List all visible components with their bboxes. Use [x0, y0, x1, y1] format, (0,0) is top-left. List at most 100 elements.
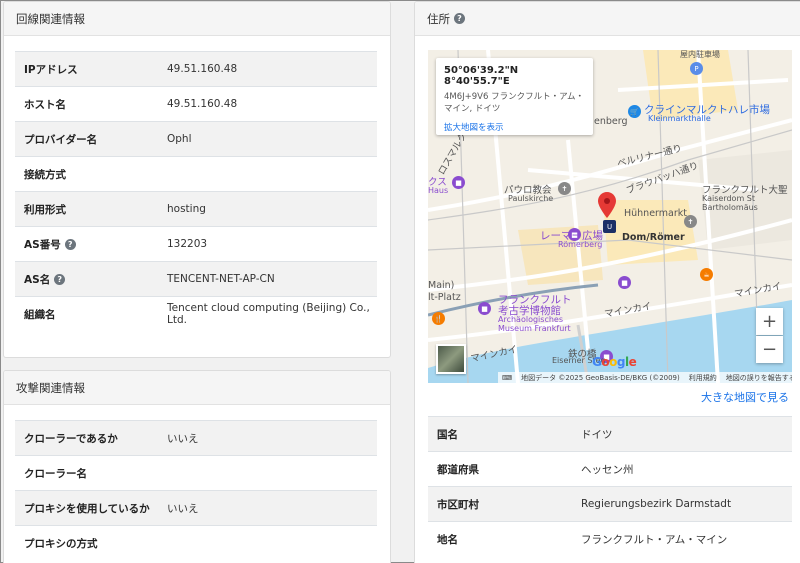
map-label-paulskirche-de: Paulskirche — [508, 194, 554, 203]
row-key: 接続方式 — [15, 156, 160, 192]
church-icon[interactable]: ✝ — [558, 182, 571, 195]
row-key: 組織名 — [15, 296, 160, 332]
row-value: 132203 — [160, 226, 377, 262]
row-key: 市区町村 — [428, 486, 574, 522]
map-label-roemer-de: Römerberg — [558, 240, 603, 249]
table-row: AS番号? 132203 — [15, 226, 377, 262]
map-plus-code: 4M6J+9V6 フランクフルト・アム・ マイン, ドイツ — [444, 91, 585, 115]
line-info-title: 回線関連情報 — [16, 11, 85, 26]
map-label-museum-de1: Archäologisches — [498, 315, 563, 324]
row-value: Tencent cloud computing (Beijing) Co., L… — [160, 296, 377, 332]
report-error-link[interactable]: 地図の誤りを報告する — [726, 373, 792, 383]
shopping-cart-icon[interactable]: 🛒 — [628, 105, 641, 118]
table-row: 利用形式 hosting — [15, 191, 377, 227]
table-row: プロキシの方式 — [15, 525, 377, 561]
map-label-museum-de2: Museum Frankfurt — [498, 324, 571, 333]
row-key: AS名? — [15, 261, 160, 297]
row-value: Ophl — [160, 121, 377, 157]
table-row: 都道府県 ヘッセン州 — [428, 451, 792, 487]
row-value: いいえ — [160, 420, 377, 456]
bigger-map-link[interactable]: 大きな地図で見る — [701, 389, 789, 405]
row-value: ヘッセン州 — [574, 451, 792, 487]
row-value — [160, 525, 377, 561]
museum-icon[interactable]: ■ — [478, 302, 491, 315]
row-value: いいえ — [160, 490, 377, 526]
table-row: プロバイダー名 Ophl — [15, 121, 377, 157]
parking-icon[interactable]: P — [690, 62, 703, 75]
map-attribution: ⌨ 地図データ ©2025 GeoBasis-DE/BKG (©2009) 利用… — [498, 372, 792, 383]
row-value: 49.51.160.48 — [160, 51, 377, 87]
zoom-in-button[interactable]: + — [756, 308, 783, 335]
row-key: クローラー名 — [15, 455, 160, 491]
table-row: 地名 フランクフルト・アム・マイン — [428, 521, 792, 557]
restaurant-icon[interactable]: 🍴 — [432, 312, 445, 325]
attack-info-table: クローラーであるか いいえ クローラー名 プロキシを使用しているか いいえ プロキシ… — [15, 420, 377, 561]
row-value — [160, 156, 377, 192]
landmark-icon[interactable]: ■ — [452, 176, 465, 189]
shopping-icon[interactable]: ■ — [618, 276, 631, 289]
row-key: クローラーであるか — [15, 420, 160, 456]
google-logo: Google — [592, 355, 637, 369]
address-table: 国名 ドイツ 都道府県 ヘッセン州 市区町村 Regierungsbezirk Dar… — [428, 416, 792, 557]
map-label-dom-roemer: Dom/Römer — [622, 232, 685, 243]
map-data-credit: 地図データ ©2025 GeoBasis-DE/BKG (©2009) — [521, 373, 680, 382]
table-row: IPアドレス 49.51.160.48 — [15, 51, 377, 87]
table-row: 接続方式 — [15, 156, 377, 192]
row-key-label: AS番号 — [24, 238, 61, 251]
row-value: hosting — [160, 191, 377, 227]
cafe-icon[interactable]: ☕ — [700, 268, 713, 281]
table-row: ホスト名 49.51.160.48 — [15, 86, 377, 122]
address-header: 住所 ? — [415, 2, 800, 36]
row-value: フランクフルト・アム・マイン — [574, 521, 792, 557]
map-label-dom-de1: Kaiserdom St — [702, 194, 755, 203]
table-row: 国名 ドイツ — [428, 416, 792, 452]
table-row: プロキシを使用しているか いいえ — [15, 490, 377, 526]
line-info-table: IPアドレス 49.51.160.48 ホスト名 49.51.160.48 プロバイ… — [15, 51, 377, 332]
enlarge-map-link[interactable]: 拡大地図を表示 — [444, 121, 585, 133]
map-label-top: 屋内駐車場 — [680, 50, 720, 59]
row-value: TENCENT-NET-AP-CN — [160, 261, 377, 297]
map-label-market-hall-de: Kleinmarkthalle — [648, 114, 711, 123]
row-key: 都道府県 — [428, 451, 574, 487]
row-key: 地名 — [428, 521, 574, 557]
table-row: クローラー名 — [15, 455, 377, 491]
row-key: IPアドレス — [15, 51, 160, 87]
map-info-window: 50°06'39.2"N 8°40'55.7"E 4M6J+9V6 フランクフル… — [436, 58, 593, 135]
row-key: 国名 — [428, 416, 574, 452]
zoom-out-button[interactable]: − — [756, 336, 783, 363]
line-info-header: 回線関連情報 — [4, 2, 390, 36]
row-key: ホスト名 — [15, 86, 160, 122]
keyboard-shortcuts-icon[interactable]: ⌨ — [502, 374, 512, 382]
map-label-main-platz2: lt-Platz — [428, 292, 461, 303]
map-label-huehnermarkt: Hühnermarkt — [624, 208, 687, 219]
help-icon[interactable]: ? — [54, 274, 66, 285]
row-key: AS番号? — [15, 226, 160, 262]
attack-info-title: 攻撃関連情報 — [16, 380, 85, 395]
row-key: プロキシの方式 — [15, 525, 160, 561]
table-row: AS名? TENCENT-NET-AP-CN — [15, 261, 377, 297]
help-icon[interactable]: ? — [454, 13, 465, 24]
map-plus-code-line1: 4M6J+9V6 フランクフルト・アム・ — [444, 92, 585, 102]
map-label-main-platz1: Main) — [428, 280, 455, 291]
row-value: ドイツ — [574, 416, 792, 452]
row-key: プロキシを使用しているか — [15, 490, 160, 526]
row-key: プロバイダー名 — [15, 121, 160, 157]
map-label-dom-de2: Bartholomäus — [702, 203, 758, 212]
terms-link[interactable]: 利用規約 — [689, 373, 717, 383]
address-title: 住所 — [427, 11, 450, 26]
row-key: 利用形式 — [15, 191, 160, 227]
row-value: 49.51.160.48 — [160, 86, 377, 122]
map-coordinates: 50°06'39.2"N 8°40'55.7"E — [444, 65, 519, 87]
map-plus-code-line2: マイン, ドイツ — [444, 104, 501, 114]
map-label-enberg: enberg — [594, 116, 628, 127]
embedded-map[interactable]: P 🛒 ■ ✝ ✝ ■ U ■ ■ ☕ 🍴 ■ 屋内駐車場 クラインマルクトハレ… — [428, 50, 792, 383]
row-value — [160, 455, 377, 491]
help-icon[interactable]: ? — [64, 239, 76, 250]
row-key-label: AS名 — [24, 273, 51, 286]
map-label-haus-de: Haus — [428, 186, 449, 195]
subway-icon[interactable]: U — [603, 220, 616, 233]
satellite-toggle[interactable] — [436, 344, 466, 374]
location-pin-icon[interactable] — [598, 192, 616, 218]
table-row: クローラーであるか いいえ — [15, 420, 377, 456]
row-value: Regierungsbezirk Darmstadt — [574, 486, 792, 522]
